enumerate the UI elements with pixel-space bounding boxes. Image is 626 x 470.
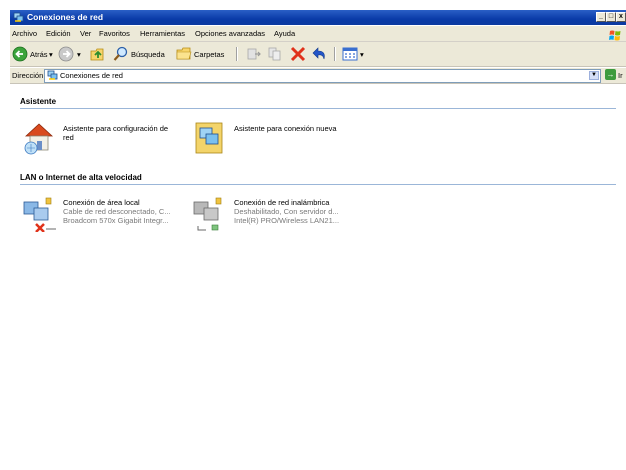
- item-adapter: Broadcom 570x Gigabit Integr...: [63, 216, 169, 225]
- menu-ayuda[interactable]: Ayuda: [274, 29, 295, 38]
- folders-button[interactable]: Carpetas: [176, 46, 232, 62]
- windows-logo-icon: [608, 29, 622, 42]
- up-folder-icon: [90, 46, 106, 62]
- item-adapter: Intel(R) PRO/Wireless LAN21...: [234, 216, 340, 225]
- file-view: Asistente Asistente para configuración d…: [10, 84, 626, 470]
- back-button[interactable]: Atrás ▾: [12, 46, 56, 62]
- item-network-setup-wizard[interactable]: Asistente para configuración de red: [22, 120, 192, 160]
- minimize-button[interactable]: _: [596, 12, 606, 22]
- close-button[interactable]: x: [616, 12, 626, 22]
- item-label: Asistente para conexión nueva: [234, 124, 337, 133]
- go-arrow-icon[interactable]: →: [605, 69, 616, 80]
- move-to-button[interactable]: [246, 46, 262, 62]
- item-wireless-connection[interactable]: Conexión de red inalámbrica Deshabilitad…: [192, 196, 372, 236]
- item-label-continued: red: [63, 133, 74, 142]
- undo-icon: [312, 46, 328, 62]
- address-dropdown-icon[interactable]: ▼: [589, 71, 599, 80]
- search-button[interactable]: Búsqueda: [113, 46, 171, 62]
- lan-disconnected-icon: [22, 196, 56, 232]
- back-label: Atrás: [30, 50, 48, 59]
- menu-bar: Archivo Edición Ver Favoritos Herramient…: [10, 26, 626, 42]
- folders-label: Carpetas: [194, 50, 225, 59]
- copy-to-icon: [268, 46, 284, 62]
- item-status: Deshabilitado, Con servidor d...: [234, 207, 339, 216]
- group-header-lan: LAN o Internet de alta velocidad: [20, 173, 142, 182]
- group-divider: [20, 184, 616, 185]
- home-network-wizard-icon: [22, 120, 56, 156]
- item-name: Conexión de red inalámbrica: [234, 198, 330, 207]
- group-header-asistente: Asistente: [20, 97, 57, 106]
- copy-to-button[interactable]: [268, 46, 284, 62]
- menu-ver[interactable]: Ver: [80, 29, 91, 38]
- maximize-button[interactable]: □: [606, 12, 616, 22]
- window-title: Conexiones de red: [27, 12, 104, 22]
- address-input[interactable]: Conexiones de red ▼: [44, 69, 601, 83]
- move-to-icon: [246, 46, 262, 62]
- menu-favoritos[interactable]: Favoritos: [99, 29, 130, 38]
- toolbar-separator: [334, 47, 336, 61]
- forward-dropdown-icon[interactable]: ▾: [77, 50, 81, 59]
- address-value: Conexiones de red: [60, 71, 123, 80]
- new-connection-wizard-icon: [192, 120, 226, 156]
- delete-button[interactable]: [290, 46, 306, 62]
- menu-archivo[interactable]: Archivo: [12, 29, 37, 38]
- toolbar-separator: [236, 47, 238, 61]
- views-grid-icon: [342, 46, 368, 62]
- go-label[interactable]: Ir: [618, 71, 623, 80]
- menu-edicion[interactable]: Edición: [46, 29, 71, 38]
- explorer-window: Conexiones de red _ □ x Archivo Edición …: [0, 0, 626, 470]
- back-dropdown-icon[interactable]: ▾: [49, 50, 53, 59]
- group-divider: [20, 108, 616, 109]
- title-bar[interactable]: Conexiones de red _ □ x: [10, 10, 626, 25]
- undo-button[interactable]: [312, 46, 328, 62]
- network-connections-icon: [47, 70, 58, 81]
- wireless-disabled-icon: [192, 196, 226, 232]
- menu-herramientas[interactable]: Herramientas: [140, 29, 185, 38]
- toolbar: Atrás ▾ ▾ Búsqueda Carpetas ▾: [10, 42, 626, 67]
- item-local-area-connection[interactable]: Conexión de área local Cable de red desc…: [22, 196, 192, 236]
- delete-x-icon: [290, 46, 306, 62]
- item-status: Cable de red desconectado, C...: [63, 207, 171, 216]
- views-dropdown-icon[interactable]: ▾: [360, 50, 364, 59]
- up-folder-button[interactable]: [90, 46, 106, 62]
- network-connections-icon: [13, 12, 24, 23]
- views-button[interactable]: ▾: [342, 46, 368, 62]
- forward-button[interactable]: ▾: [58, 46, 84, 62]
- menu-opciones-avanzadas[interactable]: Opciones avanzadas: [195, 29, 265, 38]
- address-bar: Dirección Conexiones de red ▼ → Ir: [10, 68, 626, 84]
- search-label: Búsqueda: [131, 50, 165, 59]
- address-label: Dirección: [12, 71, 44, 80]
- item-label: Asistente para configuración de: [63, 124, 169, 133]
- item-new-connection-wizard[interactable]: Asistente para conexión nueva: [192, 120, 372, 160]
- item-name: Conexión de área local: [63, 198, 140, 207]
